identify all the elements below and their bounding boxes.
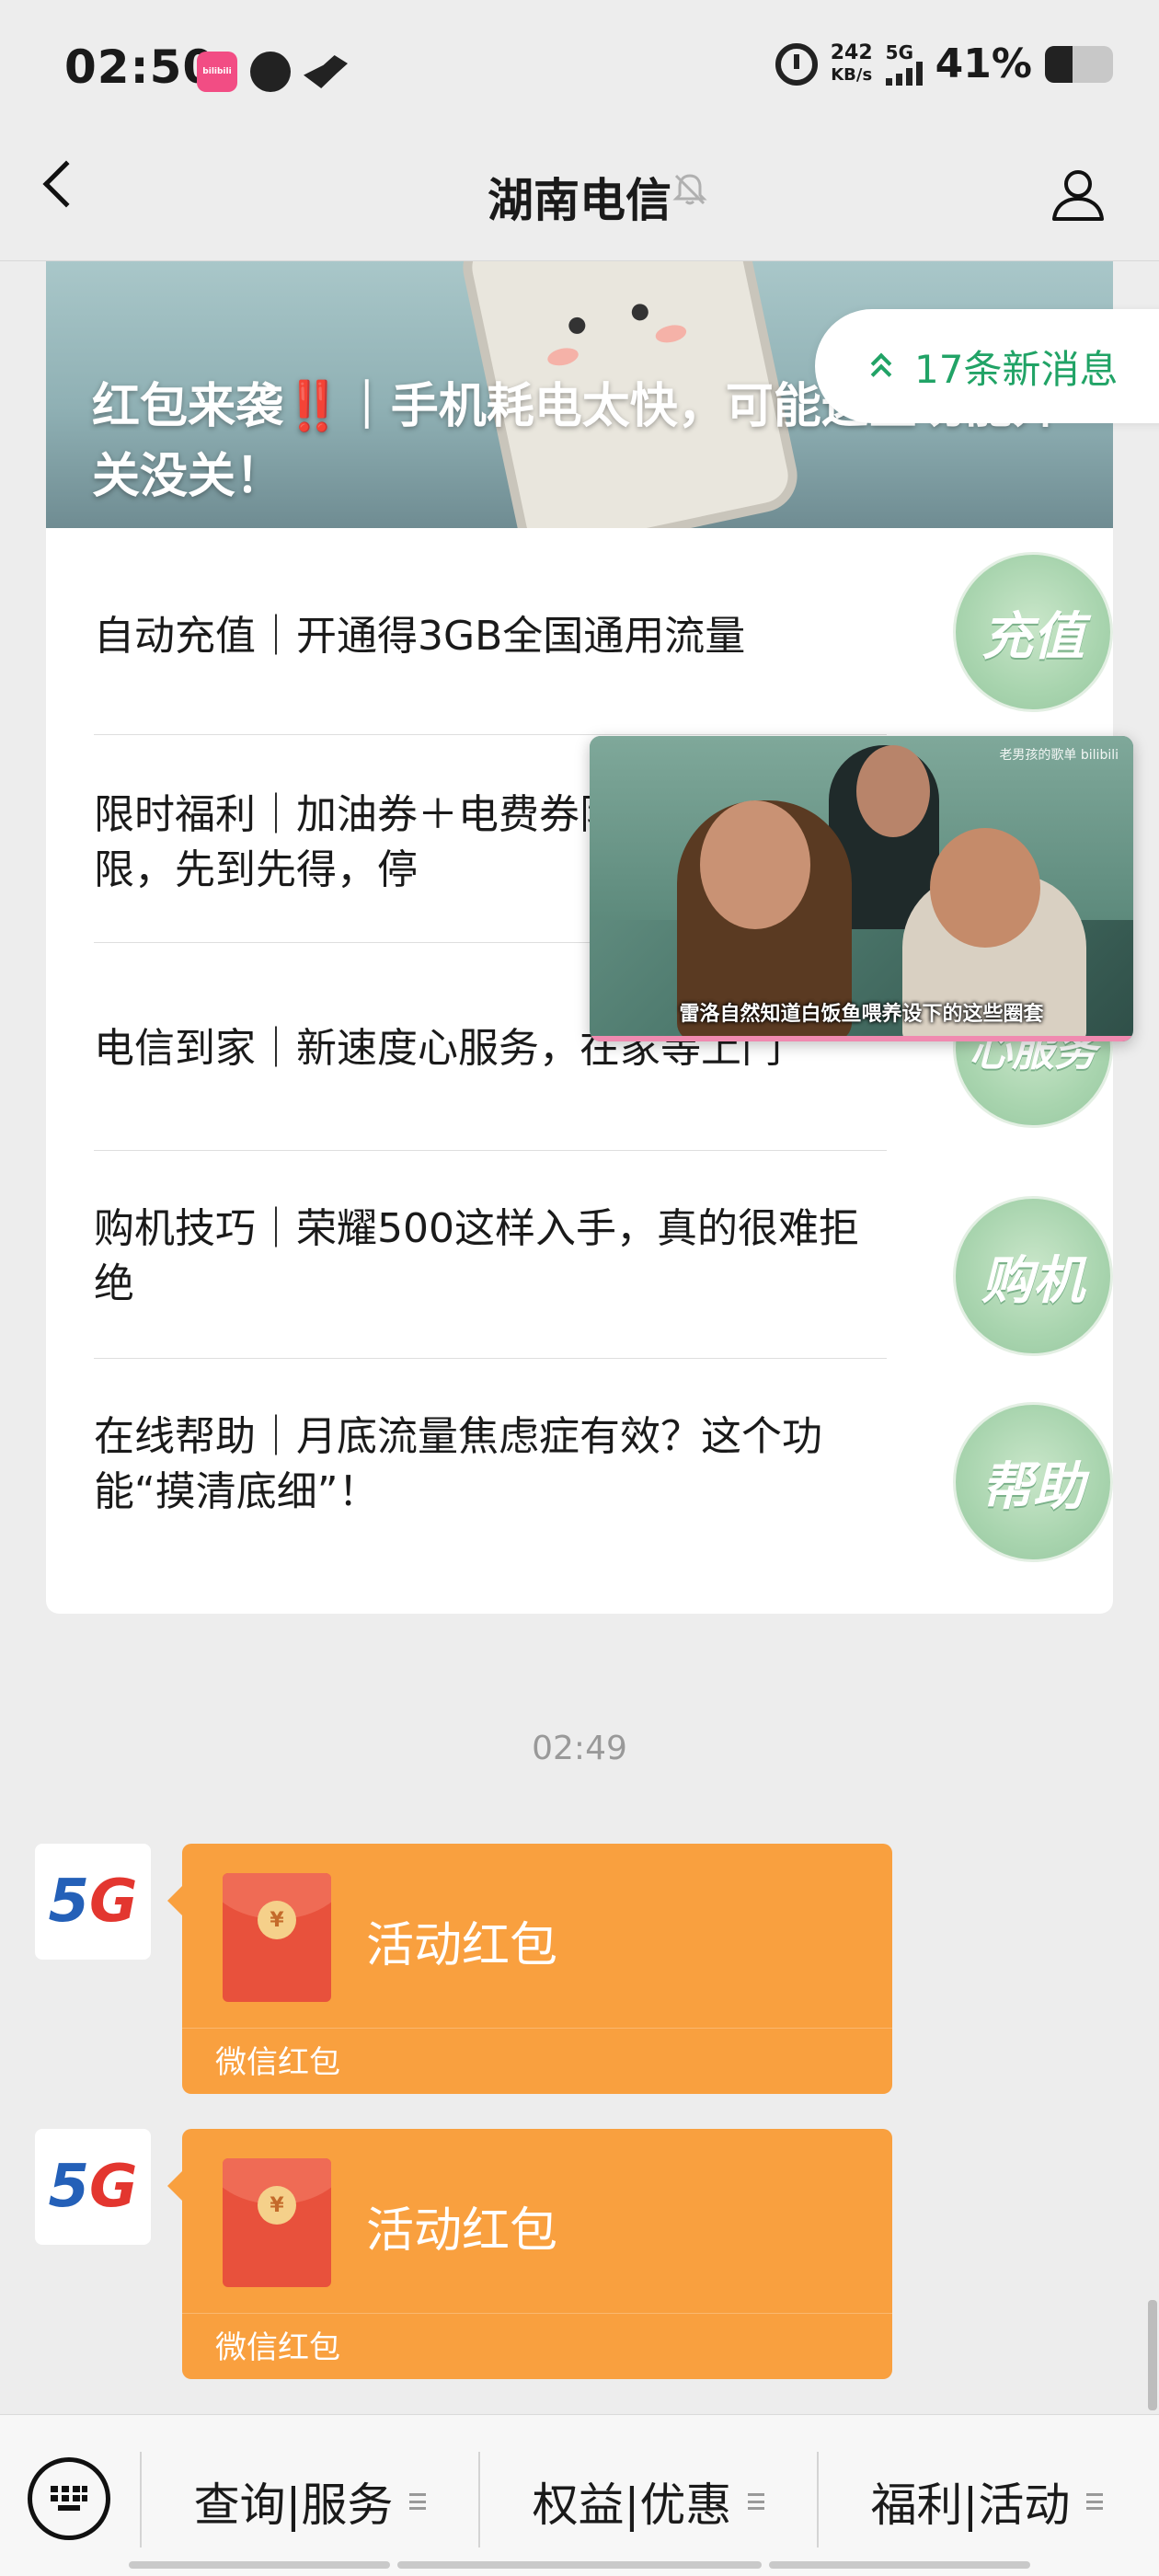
divider [94, 1150, 887, 1151]
user-icon[interactable] [1049, 164, 1107, 223]
keyboard-grid-icon [51, 2486, 87, 2511]
floating-video-player[interactable]: 老男孩的歌单 bilibili 雷洛自然知道白饭鱼喂养设下的这些圈套 [590, 736, 1133, 1041]
avatar-5: 5 [48, 1868, 89, 1936]
avatar-5: 5 [48, 2153, 89, 2221]
menu-item-label: 权益|优惠 [532, 2478, 732, 2532]
red-packet-footer: 微信红包 [215, 2329, 340, 2366]
video-watermark: 老男孩的歌单 bilibili [999, 748, 1119, 763]
network-speed: 242 KB/s [830, 40, 873, 86]
avatar-g: G [89, 2153, 138, 2221]
video-figure-face [930, 828, 1040, 948]
signal-type: 5G [885, 40, 914, 63]
coin-icon: ¥ [258, 1901, 296, 1939]
status-right: 242 KB/s 5G 41% [775, 40, 1113, 87]
page-title: 湖南电信 [488, 174, 671, 227]
keyboard-icon[interactable] [28, 2457, 110, 2540]
avatar[interactable]: 5G [35, 1844, 151, 1960]
bell-off-icon [672, 174, 707, 205]
red-packet-title: 活动红包 [366, 1918, 558, 1973]
list-item-thumbnail: 帮助 [953, 1402, 1113, 1562]
menu-item-label: 查询|服务 [193, 2478, 394, 2532]
signal-bars-icon [885, 61, 923, 86]
red-packet-footer: 微信红包 [215, 2044, 340, 2081]
network-speed-value: 242 [830, 40, 873, 64]
menu-item-label: 福利|活动 [870, 2478, 1071, 2532]
list-item[interactable]: 购机技巧｜荣耀500这样入手，真的很难拒绝 购机 [94, 1152, 1113, 1360]
red-packet-icon: ¥ [223, 2158, 331, 2287]
list-item-text: 自动充值｜开通得3GB全国通用流量 [94, 613, 746, 660]
sync-icon [250, 52, 291, 92]
red-packet-title: 活动红包 [366, 2203, 558, 2259]
gesture-bar [397, 2561, 762, 2569]
video-figure-face [856, 745, 930, 837]
bird-app-icon [304, 55, 348, 88]
notification-icons: bilibili [197, 52, 348, 92]
avatar-g: G [89, 1868, 138, 1936]
menu-lines-icon [748, 2493, 765, 2510]
network-speed-unit: KB/s [831, 64, 873, 85]
double-exclamation-icon: ‼️ [283, 379, 343, 434]
new-messages-label: 17条新消息 [914, 346, 1119, 392]
video-caption: 雷洛自然知道白饭鱼喂养设下的这些圈套 [679, 1003, 1044, 1026]
menu-item-activities[interactable]: 福利|活动 [819, 2465, 1155, 2538]
status-bar: 02:50 bilibili 242 KB/s 5G 41% [0, 0, 1159, 138]
coin-icon: ¥ [258, 2186, 296, 2225]
menu-item-benefits[interactable]: 权益|优惠 [480, 2465, 817, 2538]
menu-item-query-service[interactable]: 查询|服务 [142, 2465, 478, 2538]
chat-timestamp: 02:49 [532, 1730, 627, 1767]
video-figure-face [700, 800, 810, 929]
bilibili-app-icon: bilibili [197, 52, 237, 92]
gesture-bar [129, 2561, 390, 2569]
divider [182, 2313, 892, 2314]
battery-fill [1045, 45, 1073, 83]
scrollbar[interactable] [1148, 2300, 1157, 2410]
divider [94, 1358, 887, 1359]
divider [182, 2028, 892, 2029]
list-item-text: 购机技巧｜荣耀500这样入手，真的很难拒绝 [94, 1205, 859, 1307]
list-item-thumbnail: 购机 [953, 1196, 1113, 1356]
status-time: 02:50 [64, 40, 216, 94]
gesture-bar [769, 2561, 1030, 2569]
signal-indicator: 5G [885, 40, 923, 86]
avatar[interactable]: 5G [35, 2129, 151, 2245]
list-item[interactable]: 自动充值｜开通得3GB全国通用流量 充值 [94, 528, 1113, 736]
new-messages-button[interactable]: 17条新消息 [815, 309, 1159, 423]
battery-percent: 41% [935, 40, 1032, 87]
list-item-thumbnail: 充值 [953, 552, 1113, 712]
list-item-text: 在线帮助｜月底流量焦虑症有效？这个功能“摸清底细”！ [94, 1413, 822, 1515]
battery-icon [1045, 45, 1113, 83]
red-packet-message[interactable]: ¥ 活动红包 微信红包 [167, 2129, 892, 2379]
bottom-menu: 查询|服务 权益|优惠 福利|活动 [0, 2414, 1159, 2576]
menu-lines-icon [1086, 2493, 1104, 2510]
red-packet-message[interactable]: ¥ 活动红包 微信红包 [167, 1844, 892, 2094]
banner-title-prefix: 红包来袭 [92, 379, 284, 434]
list-item[interactable]: 在线帮助｜月底流量焦虑症有效？这个功能“摸清底细”！ 帮助 [94, 1360, 1113, 1590]
menu-lines-icon [409, 2493, 427, 2510]
video-progress-bar [590, 1036, 1133, 1041]
double-chevron-up-icon [868, 352, 894, 385]
alarm-icon [775, 42, 818, 86]
divider [94, 734, 887, 735]
red-packet-icon: ¥ [223, 1873, 331, 2002]
bilibili-app-icon-label: bilibili [202, 67, 232, 76]
